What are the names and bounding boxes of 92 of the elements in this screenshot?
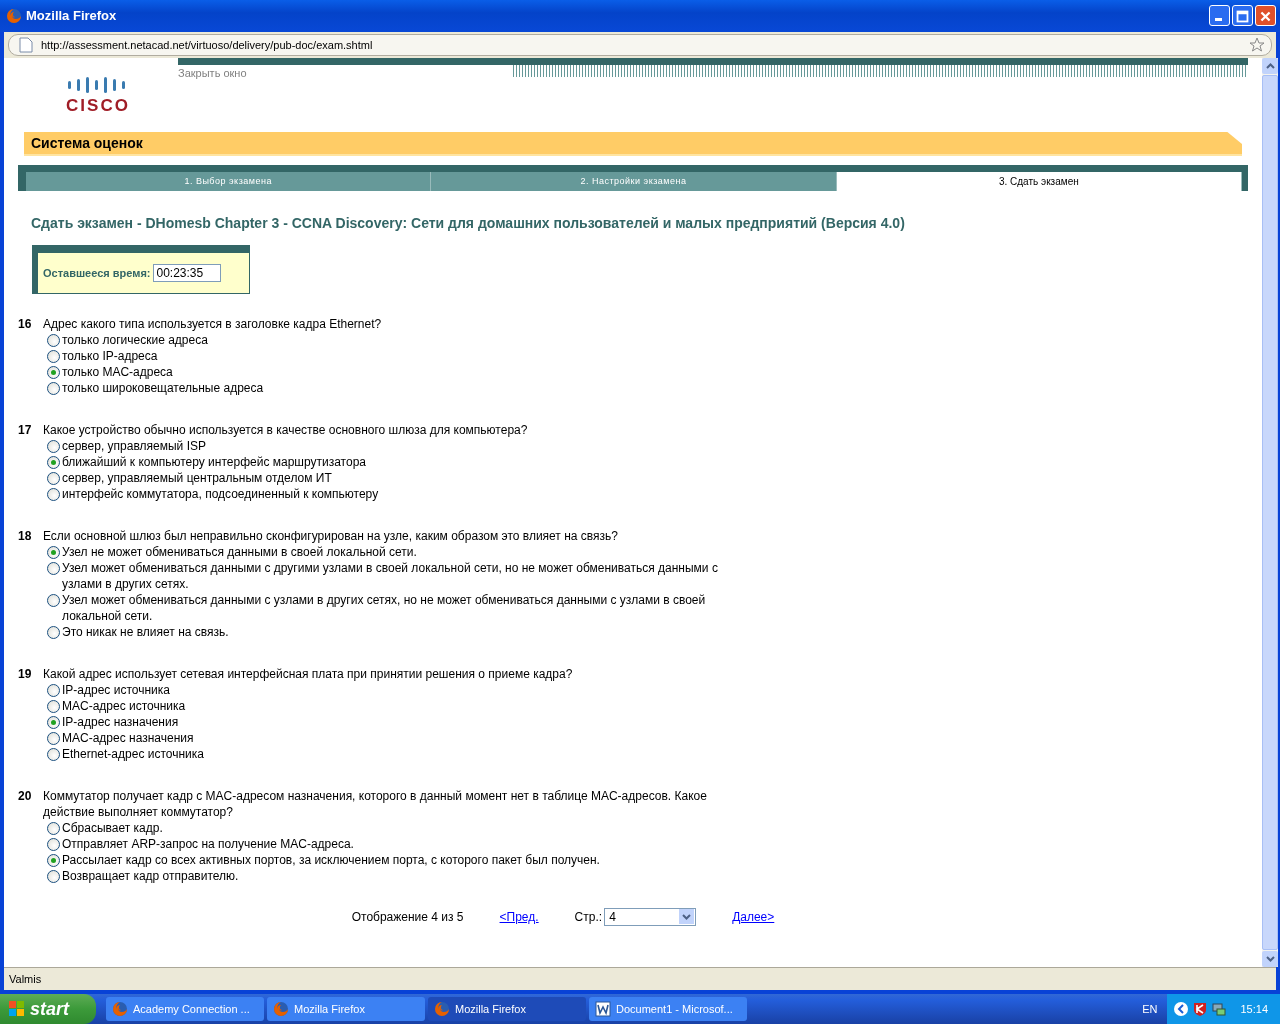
time-field[interactable]: 00:23:35: [153, 263, 222, 282]
scrollbar[interactable]: [1262, 57, 1278, 967]
minimize-button[interactable]: [1209, 5, 1230, 27]
address-bar[interactable]: http://assessment.netacad.net/virtuoso/delivery/pub-doc/exam.shtml: [8, 33, 1272, 56]
radio-button[interactable]: [47, 821, 60, 835]
taskbar-button[interactable]: Mozilla Firefox: [428, 997, 586, 1021]
answer-option[interactable]: Ethernet-адрес источника: [62, 745, 204, 762]
question-number: 18: [18, 527, 33, 544]
radio-button[interactable]: [47, 625, 60, 639]
taskbar-button[interactable]: Mozilla Firefox: [267, 997, 425, 1021]
taskbar-button[interactable]: Academy Connection ...: [106, 997, 264, 1021]
answer-option[interactable]: Сбрасывает кадр.: [62, 819, 163, 836]
window-title: Mozilla Firefox: [26, 8, 118, 24]
answer-option[interactable]: сервер, управляемый центральным отделом ИТ: [62, 469, 332, 486]
answer-option[interactable]: Возвращает кадр отправителю.: [62, 867, 239, 884]
radio-button[interactable]: [47, 699, 60, 713]
bookmark-star-icon[interactable]: [1249, 36, 1265, 53]
radio-button[interactable]: [47, 715, 60, 729]
answer-option[interactable]: интерфейс коммутатора, подсоединенный к компьютеру: [62, 485, 379, 502]
answer-option[interactable]: сервер, управляемый ISP: [62, 437, 206, 454]
firefox-icon: [273, 1001, 289, 1017]
banner-title: Система оценок: [31, 134, 143, 151]
firefox-icon: [112, 1001, 128, 1017]
radio-button[interactable]: [47, 349, 60, 363]
answer-option[interactable]: Узел не может обмениваться данными в своей локальной сети.: [62, 543, 417, 560]
question-number: 19: [18, 665, 33, 682]
answer-option[interactable]: Узел может обмениваться данными с другими узлами в своей локальной сети, но не может обмениваться данными с узлами в других сетях.: [62, 559, 742, 592]
answer-option[interactable]: MAC-адрес источника: [62, 697, 186, 714]
answer-option[interactable]: только IP-адреса: [62, 347, 158, 364]
radio-button[interactable]: [47, 869, 60, 883]
language-indicator[interactable]: EN: [1142, 1003, 1158, 1015]
question-text: Какое устройство обычно используется в качестве основного шлюза для компьютера?: [43, 421, 528, 438]
firefox-icon: [6, 8, 22, 24]
close-window-link[interactable]: Закрыть окно: [178, 64, 513, 79]
radio-button[interactable]: [47, 683, 60, 697]
answer-option[interactable]: только широковещательные адреса: [62, 379, 264, 396]
radio-button[interactable]: [47, 455, 60, 469]
network-icon[interactable]: [1211, 1001, 1228, 1017]
answer-option[interactable]: ближайший к компьютеру интерфейс маршрутизатора: [62, 453, 366, 470]
question-number: 16: [18, 315, 33, 332]
answer-option[interactable]: только логические адреса: [62, 331, 208, 348]
answer-option[interactable]: Рассылает кадр со всех активных портов, за исключением порта, с которого пакет был получен.: [62, 851, 600, 868]
answer-option[interactable]: Это никак не влияет на связь.: [62, 623, 229, 640]
page-icon: [19, 36, 33, 53]
status-text: Valmis: [9, 973, 42, 985]
answer-option[interactable]: MAC-адрес назначения: [62, 729, 194, 746]
radio-button[interactable]: [47, 487, 60, 501]
question-text: Коммутатор получает кадр с MAC-адресом назначения, которого в данный момент нет в таблице MAC-адресов. Какое действие выполняет коммутатор?: [43, 787, 708, 820]
scroll-up-icon: [1265, 62, 1275, 69]
radio-button[interactable]: [47, 593, 60, 607]
answer-option[interactable]: Отправляет ARP-запрос на получение MAC-адреса.: [62, 835, 354, 852]
radio-button[interactable]: [47, 731, 60, 745]
radio-button[interactable]: [47, 561, 60, 575]
answer-option[interactable]: IP-адрес источника: [62, 681, 170, 698]
firefox-icon: [434, 1001, 450, 1017]
question-text: Адрес какого типа используется в заголовке кадра Ethernet?: [43, 315, 382, 332]
previous-link[interactable]: <Пред.: [499, 909, 539, 924]
chevron-icon[interactable]: [1173, 1001, 1190, 1017]
radio-button[interactable]: [47, 365, 60, 379]
radio-button[interactable]: [47, 837, 60, 851]
radio-button[interactable]: [47, 381, 60, 395]
next-link[interactable]: Далее>: [732, 909, 775, 924]
question-number: 17: [18, 421, 33, 438]
radio-button[interactable]: [47, 747, 60, 761]
page-dropdown[interactable]: 4: [604, 907, 697, 926]
exam-title: Сдать экзамен - DHomesb Chapter 3 - CCNA Discovery: Сети для домашних пользователей и малых предприятий (Версия 4.0): [31, 214, 906, 231]
maximize-button[interactable]: [1232, 5, 1253, 27]
question-text: Какой адрес использует сетевая интерфейсная плата при принятии решения о приеме кадра?: [43, 665, 573, 682]
answer-option[interactable]: IP-адрес назначения: [62, 713, 179, 730]
close-button[interactable]: [1255, 5, 1276, 27]
shield-k-icon[interactable]: [1192, 1001, 1209, 1017]
radio-button[interactable]: [47, 333, 60, 347]
clock: 15:14: [1240, 1003, 1268, 1015]
timer-label: Оставшееся время:: [43, 266, 151, 279]
radio-button[interactable]: [47, 853, 60, 867]
radio-button[interactable]: [47, 471, 60, 485]
answer-option[interactable]: только MAC-адреса: [62, 363, 173, 380]
page-status: Отображение 4 из 5: [351, 909, 464, 924]
radio-button[interactable]: [47, 545, 60, 559]
start-button[interactable]: start: [0, 994, 96, 1024]
scroll-down-icon: [1265, 956, 1275, 962]
page-label: Стр.:: [574, 909, 603, 924]
answer-option[interactable]: Узел может обмениваться данными с узлами в других сетях, но не может обмениваться данными с узлами в своей локальной сети.: [62, 591, 742, 624]
minimize-icon: [1215, 18, 1222, 22]
document-w-icon: [595, 1001, 611, 1017]
taskbar-button[interactable]: Document1 - Microsof...: [589, 997, 747, 1021]
logo: CISCO: [66, 95, 130, 116]
question-text: Если основной шлюз был неправильно сконфигурирован на узле, каким образом это влияет на связь?: [43, 527, 618, 544]
windows-logo-icon: [8, 1000, 26, 1018]
radio-button[interactable]: [47, 439, 60, 453]
step-tab[interactable]: 3. Сдать экзамен: [836, 171, 1242, 191]
question-number: 20: [18, 787, 33, 805]
